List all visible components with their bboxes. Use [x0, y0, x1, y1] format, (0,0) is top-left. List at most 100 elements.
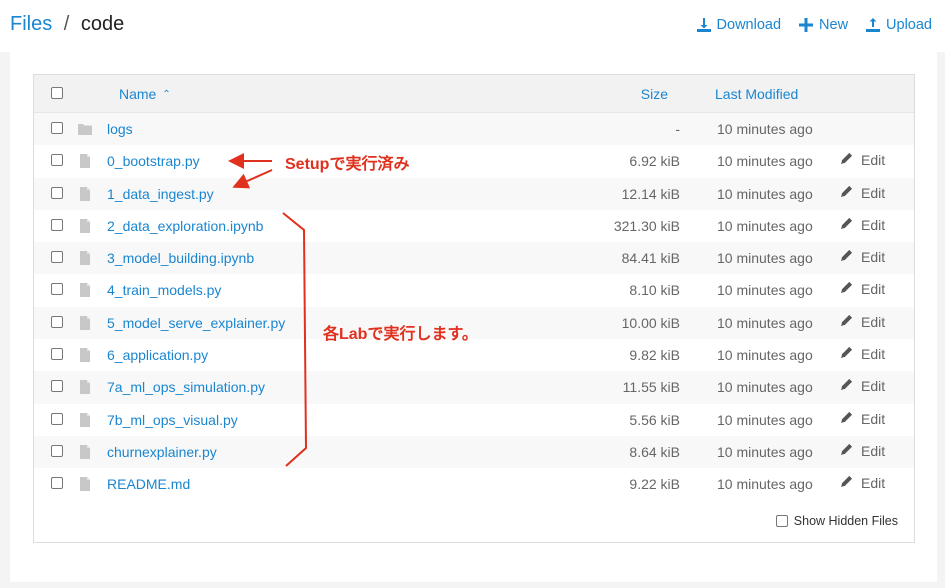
file-modified: 10 minutes ago [717, 282, 813, 299]
row-checkbox[interactable] [51, 122, 63, 134]
file-size: 11.55 kiB [622, 379, 680, 396]
row-checkbox[interactable] [51, 186, 63, 199]
select-all-checkbox[interactable] [51, 87, 63, 99]
file-size: 5.56 kiB [629, 411, 680, 428]
edit-label: Edit [861, 313, 886, 330]
upload-label: Upload [886, 17, 932, 33]
file-modified: 10 minutes ago [717, 314, 813, 331]
file-size: 12.14 kiB [621, 185, 680, 202]
file-name-link[interactable]: 5_model_serve_explainer.py [107, 315, 285, 331]
edit-button[interactable]: Edit [840, 411, 885, 427]
annotation-setup: Setupで実行済み [285, 156, 410, 173]
table-row: churnexplainer.py 8.64 kiB 10 minutes ago E… [34, 435, 914, 469]
column-header-size[interactable]: Size [641, 86, 668, 102]
upload-icon [866, 18, 881, 32]
row-checkbox[interactable] [51, 348, 63, 361]
row-checkbox[interactable] [51, 283, 63, 296]
file-icon [78, 186, 92, 201]
file-name-link[interactable]: 0_bootstrap.py [107, 153, 200, 169]
edit-label: Edit [861, 410, 886, 427]
edit-button[interactable]: Edit [840, 281, 885, 297]
table-header: Name ⌃ Size Last Modified [34, 75, 914, 113]
edit-button[interactable]: Edit [840, 314, 885, 330]
file-modified: 10 minutes ago [717, 250, 813, 267]
row-checkbox[interactable] [51, 251, 63, 264]
file-size: 84.41 kiB [621, 250, 680, 267]
pencil-icon [840, 281, 853, 297]
pencil-icon [840, 411, 853, 427]
row-checkbox[interactable] [51, 218, 63, 231]
file-name-link[interactable]: 7b_ml_ops_visual.py [107, 412, 238, 428]
file-icon [78, 380, 92, 395]
file-icon [78, 412, 92, 427]
edit-button[interactable]: Edit [840, 152, 885, 168]
pencil-icon [840, 443, 853, 459]
edit-button[interactable]: Edit [840, 378, 885, 394]
table-row: README.md 9.22 kiB 10 minutes ago Edit [34, 468, 914, 500]
file-icon [78, 283, 92, 298]
download-icon [696, 18, 711, 32]
file-icon [78, 154, 92, 169]
table-row: 4_train_models.py 8.10 kiB 10 minutes ago E… [34, 274, 914, 306]
row-checkbox[interactable] [51, 477, 63, 490]
sort-asc-icon: ⌃ [162, 89, 171, 100]
table-row: 1_data_ingest.py 12.14 kiB 10 minutes ago E… [34, 177, 914, 210]
file-name-link[interactable]: 2_data_exploration.ipynb [107, 218, 263, 234]
file-name-link[interactable]: README.md [107, 476, 190, 492]
table-row: 0_bootstrap.py 6.92 kiB 10 minutes ago Edit [34, 145, 914, 177]
pencil-icon [840, 152, 853, 168]
table-row: 3_model_building.ipynb 84.41 kiB 10 minute… [34, 242, 914, 275]
download-button[interactable]: Download [696, 17, 781, 33]
file-name-link[interactable]: 7a_ml_ops_simulation.py [107, 379, 265, 395]
file-modified: 10 minutes ago [717, 443, 813, 460]
row-checkbox[interactable] [51, 444, 63, 457]
breadcrumb: Files / code [10, 13, 124, 36]
pencil-icon [840, 475, 853, 491]
file-modified: 10 minutes ago [717, 379, 813, 396]
edit-button[interactable]: Edit [840, 217, 885, 233]
edit-label: Edit [861, 184, 886, 201]
breadcrumb-files-link[interactable]: Files [10, 13, 52, 35]
annotation-labs: 各Labで実行します。 [323, 326, 478, 343]
file-name-link[interactable]: logs [107, 121, 133, 137]
edit-label: Edit [861, 281, 886, 298]
edit-button[interactable]: Edit [840, 185, 885, 201]
folder-icon [78, 122, 92, 136]
show-hidden-files-toggle[interactable]: Show Hidden Files [775, 514, 898, 528]
file-name-link[interactable]: 6_application.py [107, 347, 208, 363]
file-icon [78, 444, 92, 459]
row-checkbox[interactable] [51, 380, 63, 393]
new-button[interactable]: New [799, 17, 848, 33]
column-header-modified[interactable]: Last Modified [715, 86, 798, 102]
table-row: 2_data_exploration.ipynb 321.30 kiB 10 min… [34, 210, 914, 242]
file-name-link[interactable]: 4_train_models.py [107, 282, 221, 298]
file-table: Name ⌃ Size Last Modified logs - 10 minutes… [33, 74, 915, 543]
file-modified: 10 minutes ago [717, 476, 813, 493]
edit-button[interactable]: Edit [840, 475, 885, 491]
toolbar-actions: Download New Upload [696, 17, 932, 33]
table-row: 7a_ml_ops_simulation.py 11.55 kiB 10 minut… [34, 371, 914, 404]
edit-label: Edit [861, 249, 886, 266]
upload-button[interactable]: Upload [866, 17, 932, 33]
table-row: 7b_ml_ops_visual.py 5.56 kiB 10 minutes ag… [34, 404, 914, 436]
file-modified: 10 minutes ago [717, 347, 813, 364]
pencil-icon [840, 378, 853, 394]
edit-button[interactable]: Edit [840, 249, 885, 265]
file-icon [78, 315, 92, 330]
file-name-link[interactable]: 3_model_building.ipynb [107, 250, 254, 266]
row-checkbox[interactable] [51, 412, 63, 425]
pencil-icon [840, 314, 853, 330]
row-checkbox[interactable] [51, 154, 63, 167]
file-modified: 10 minutes ago [717, 411, 813, 428]
file-size: 9.82 kiB [629, 347, 680, 364]
row-checkbox[interactable] [51, 315, 63, 328]
file-size: 321.30 kiB [613, 217, 680, 234]
file-name-link[interactable]: 1_data_ingest.py [107, 186, 214, 202]
edit-button[interactable]: Edit [840, 346, 885, 362]
new-label: New [819, 17, 849, 33]
column-header-name[interactable]: Name ⌃ [119, 86, 171, 102]
file-name-link[interactable]: churnexplainer.py [107, 444, 217, 460]
pencil-icon [840, 346, 853, 362]
edit-button[interactable]: Edit [840, 443, 885, 459]
show-hidden-checkbox[interactable] [775, 515, 788, 527]
